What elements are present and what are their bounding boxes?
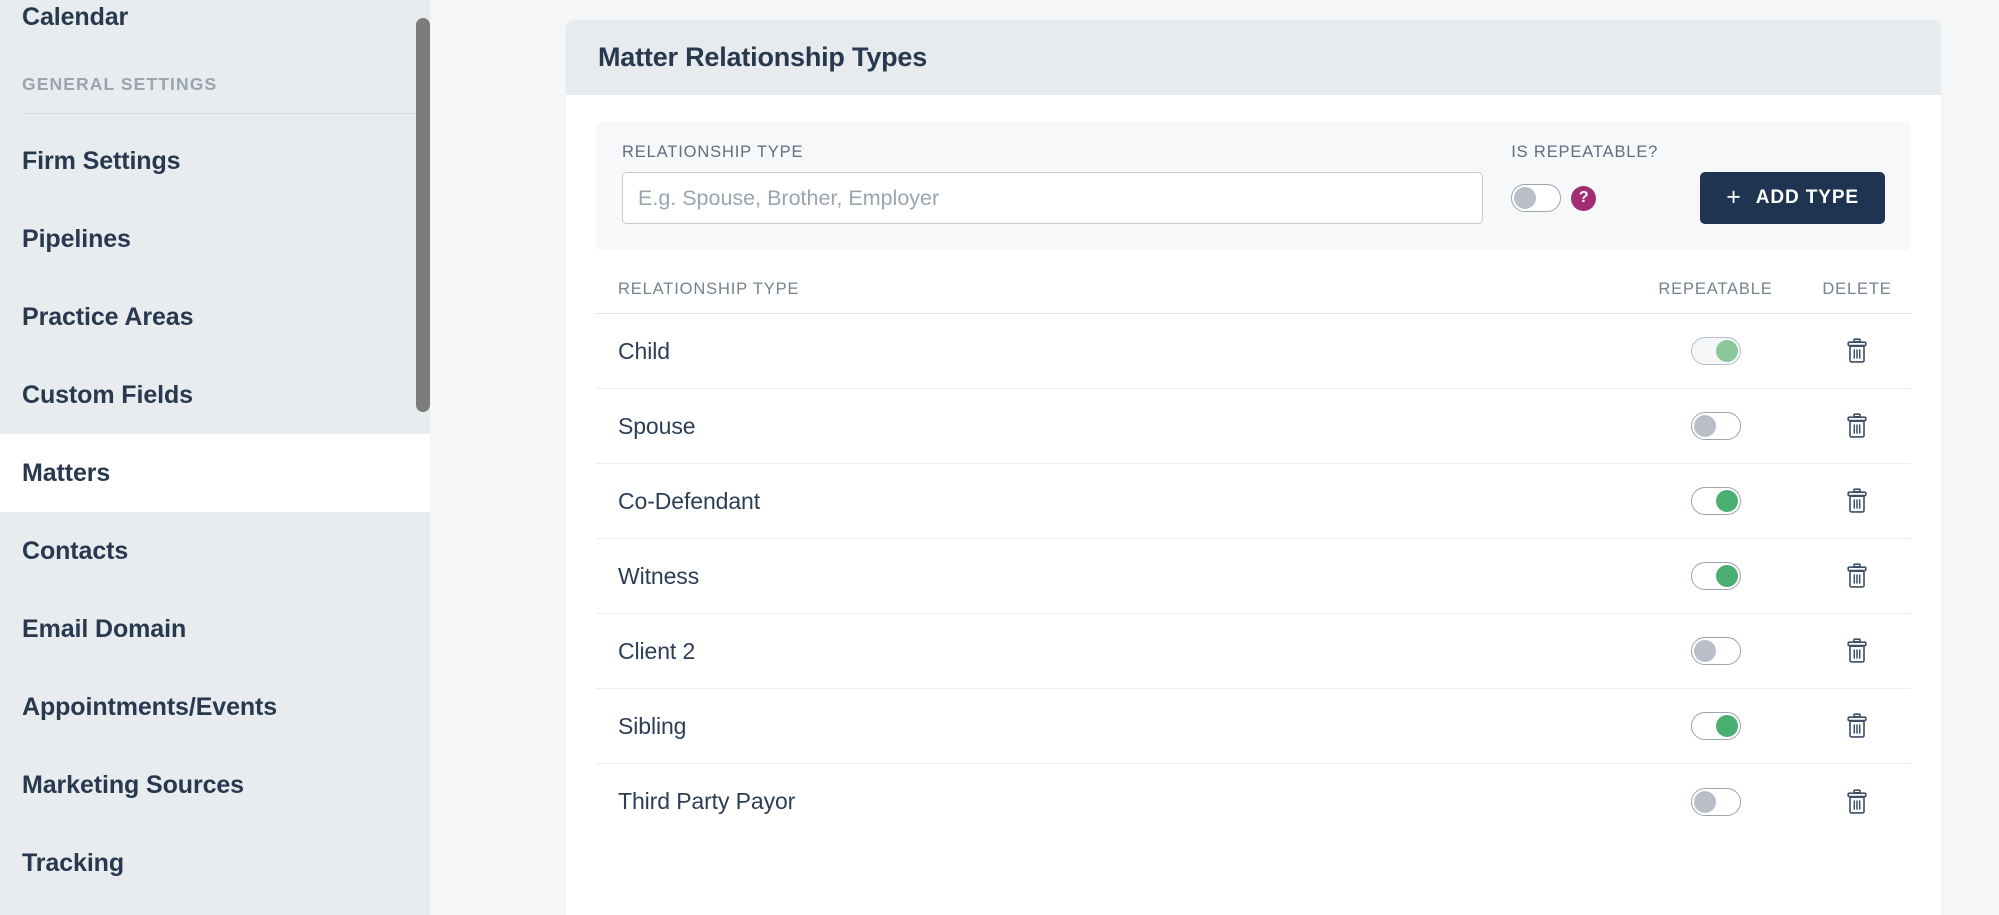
table-row: Child bbox=[596, 314, 1911, 389]
trash-icon[interactable] bbox=[1845, 788, 1869, 815]
trash-icon[interactable] bbox=[1845, 413, 1869, 439]
sidebar-item-label: Calendar bbox=[22, 2, 129, 31]
delete-cell bbox=[1803, 563, 1911, 589]
main-content: Matter Relationship Types RELATIONSHIP T… bbox=[548, 0, 1999, 915]
table-row: Third Party Payor bbox=[596, 764, 1911, 839]
repeatable-cell bbox=[1628, 637, 1803, 665]
repeatable-cell bbox=[1628, 712, 1803, 740]
help-icon[interactable]: ? bbox=[1571, 185, 1597, 211]
sidebar-scrollbar-track[interactable] bbox=[416, 0, 430, 915]
toggle-knob bbox=[1715, 715, 1738, 737]
table-row: Sibling bbox=[596, 689, 1911, 764]
relationship-type-cell: Co-Defendant bbox=[618, 487, 760, 514]
delete-cell bbox=[1803, 488, 1911, 514]
table-body: Child Spouse Co-Defendant Witness Client 2 Si… bbox=[596, 314, 1911, 839]
trash-icon[interactable] bbox=[1845, 638, 1869, 664]
table-row: Client 2 bbox=[596, 614, 1911, 689]
relationship-type-input[interactable] bbox=[622, 172, 1484, 224]
column-header-repeatable: REPEATABLE bbox=[1658, 280, 1773, 298]
table-row: Co-Defendant bbox=[596, 464, 1911, 539]
add-type-button[interactable]: + ADD TYPE bbox=[1700, 172, 1885, 224]
repeatable-cell bbox=[1628, 562, 1803, 590]
sidebar-item-label: Contacts bbox=[22, 536, 129, 565]
add-relationship-type-form: RELATIONSHIP TYPE IS REPEATABLE? ? bbox=[596, 121, 1911, 250]
toggle-knob bbox=[1693, 640, 1716, 662]
relationship-types-table: RELATIONSHIP TYPE REPEATABLE DELETE Chil… bbox=[596, 280, 1911, 839]
relationship-type-cell: Witness bbox=[618, 562, 700, 589]
repeatable-toggle[interactable] bbox=[1690, 562, 1741, 590]
delete-cell bbox=[1803, 338, 1911, 364]
trash-icon[interactable] bbox=[1845, 713, 1869, 739]
sidebar-item-label: Email Domain bbox=[22, 614, 187, 643]
sidebar-item-label: Custom Fields bbox=[22, 380, 193, 409]
delete-cell bbox=[1803, 788, 1911, 815]
matter-relationship-types-card: Matter Relationship Types RELATIONSHIP T… bbox=[566, 20, 1941, 915]
is-repeatable-label: IS REPEATABLE? bbox=[1511, 143, 1659, 161]
table-row: Spouse bbox=[596, 389, 1911, 464]
repeatable-cell bbox=[1628, 412, 1803, 440]
is-repeatable-group: IS REPEATABLE? ? bbox=[1511, 143, 1658, 224]
relationship-type-cell: Child bbox=[618, 337, 670, 364]
app-root: Calendar GENERAL SETTINGS Firm Settings Pip… bbox=[0, 0, 1999, 915]
card-header: Matter Relationship Types bbox=[566, 20, 1941, 95]
relationship-type-cell: Sibling bbox=[618, 712, 687, 739]
relationship-type-field-group: RELATIONSHIP TYPE bbox=[622, 143, 1484, 224]
repeatable-toggle[interactable] bbox=[1690, 412, 1741, 440]
repeatable-toggle[interactable] bbox=[1690, 487, 1741, 515]
sidebar-item-label: Practice Areas bbox=[22, 302, 194, 331]
toggle-knob bbox=[1715, 490, 1738, 512]
trash-icon[interactable] bbox=[1845, 563, 1869, 589]
settings-sidebar: Calendar GENERAL SETTINGS Firm Settings Pip… bbox=[0, 0, 548, 915]
delete-cell bbox=[1803, 638, 1911, 664]
repeatable-toggle[interactable] bbox=[1690, 787, 1741, 816]
relationship-type-cell: Spouse bbox=[618, 412, 696, 439]
toggle-knob bbox=[1715, 340, 1738, 362]
relationship-type-cell: Third Party Payor bbox=[618, 788, 796, 814]
delete-cell bbox=[1803, 713, 1911, 739]
trash-icon[interactable] bbox=[1845, 338, 1869, 364]
sidebar-item-label: Tracking bbox=[22, 848, 125, 877]
repeatable-toggle[interactable] bbox=[1690, 637, 1741, 665]
sidebar-item-label: Appointments/Events bbox=[22, 692, 278, 721]
table-row: Witness bbox=[596, 539, 1911, 614]
toggle-knob bbox=[1514, 187, 1537, 209]
page-title: Matter Relationship Types bbox=[598, 42, 928, 72]
trash-icon[interactable] bbox=[1845, 488, 1869, 514]
sidebar-item-label: Marketing Sources bbox=[22, 770, 244, 799]
toggle-knob bbox=[1715, 565, 1738, 587]
sidebar-item-label: Pipelines bbox=[22, 224, 131, 253]
delete-cell bbox=[1803, 413, 1911, 439]
column-header-relationship-type: RELATIONSHIP TYPE bbox=[618, 280, 800, 298]
is-repeatable-row: ? bbox=[1511, 172, 1658, 224]
relationship-type-label: RELATIONSHIP TYPE bbox=[622, 143, 804, 161]
table-header-row: RELATIONSHIP TYPE REPEATABLE DELETE bbox=[596, 280, 1911, 314]
repeatable-toggle[interactable] bbox=[1690, 712, 1741, 740]
repeatable-cell bbox=[1628, 787, 1803, 816]
toggle-knob bbox=[1693, 415, 1716, 437]
sidebar-right-filler bbox=[430, 0, 548, 915]
sidebar-item-label: Firm Settings bbox=[22, 146, 181, 175]
sidebar-section-label: GENERAL SETTINGS bbox=[22, 74, 218, 94]
toggle-knob bbox=[1693, 790, 1716, 813]
repeatable-cell bbox=[1628, 487, 1803, 515]
repeatable-toggle[interactable] bbox=[1690, 337, 1741, 365]
help-icon-glyph: ? bbox=[1578, 189, 1589, 206]
sidebar-scrollbar-thumb[interactable] bbox=[416, 18, 430, 412]
is-repeatable-toggle[interactable] bbox=[1511, 184, 1562, 212]
card-body: RELATIONSHIP TYPE IS REPEATABLE? ? bbox=[566, 95, 1941, 839]
add-type-button-label: ADD TYPE bbox=[1755, 187, 1859, 208]
sidebar-item-label: Matters bbox=[22, 458, 111, 487]
plus-icon: + bbox=[1726, 182, 1742, 211]
repeatable-cell bbox=[1628, 337, 1803, 365]
relationship-type-cell: Client 2 bbox=[618, 637, 696, 664]
column-header-delete: DELETE bbox=[1822, 280, 1892, 298]
